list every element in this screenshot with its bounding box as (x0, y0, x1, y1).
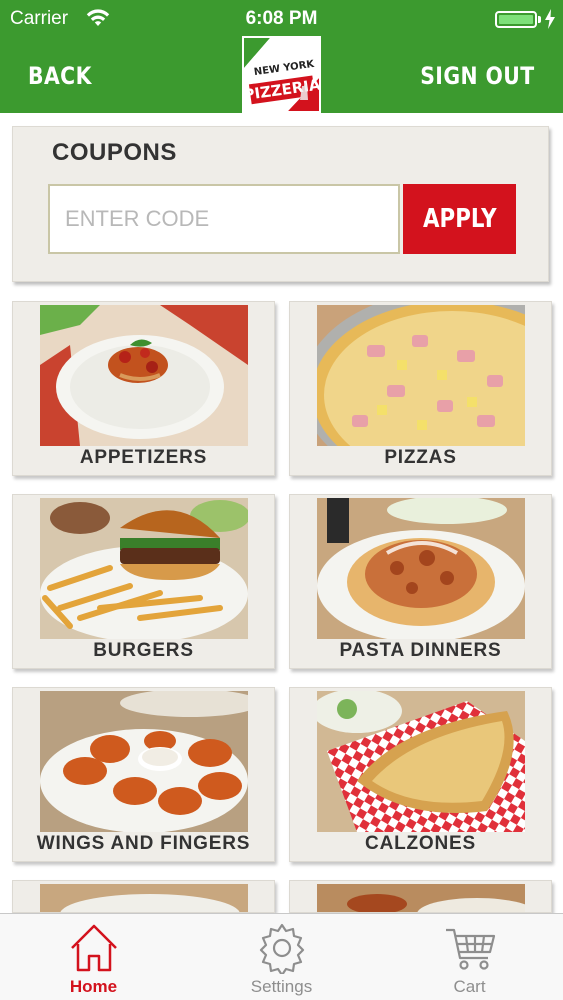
menu-item-calzones[interactable]: CALZONES (289, 687, 552, 862)
menu-item-label: PASTA DINNERS (339, 640, 502, 661)
battery-icon (495, 11, 537, 28)
calzone-photo (317, 691, 525, 832)
menu-item-pasta-dinners[interactable]: PASTA DINNERS (289, 494, 552, 669)
tab-settings[interactable]: Settings (188, 914, 375, 1000)
battery-tip (538, 16, 541, 23)
burger-photo (40, 498, 248, 639)
pizza-photo (317, 305, 525, 446)
menu-item-label: WINGS AND FINGERS (36, 833, 251, 854)
menu-item-wings-and-fingers[interactable]: WINGS AND FINGERS (12, 687, 275, 862)
status-bar: Carrier 6:08 PM (0, 0, 563, 38)
sign-out-button[interactable]: SIGN OUT (421, 62, 535, 90)
clock-label: 6:08 PM (245, 8, 318, 29)
partial-left-photo (40, 884, 248, 912)
menu-item-label: CALZONES (365, 833, 476, 854)
tab-bar: Home Settings Cart (0, 913, 563, 1000)
menu-item-label: BURGERS (93, 640, 194, 661)
pizzeria-logo: PIZZERIA NEW YORK (242, 36, 322, 113)
coupons-title: COUPONS (52, 139, 177, 166)
appetizers-photo (40, 305, 248, 446)
gear-icon (259, 923, 304, 974)
apply-button[interactable]: APPLY (403, 184, 516, 254)
coupon-code-input[interactable]: ENTER CODE (48, 184, 400, 254)
partial-right-photo (317, 884, 525, 912)
top-bar: Carrier 6:08 PM BACK PIZZERIA NEW YORK S… (0, 0, 563, 113)
tab-home[interactable]: Home (0, 914, 187, 1000)
pasta-photo (317, 498, 525, 639)
tab-cart[interactable]: Cart (376, 914, 563, 1000)
menu-item-pizzas[interactable]: PIZZAS (289, 301, 552, 476)
tab-home-label: Home (69, 977, 118, 996)
tab-settings-label: Settings (250, 977, 313, 996)
menu-item-partial-left[interactable] (12, 880, 275, 913)
menu-item-label: PIZZAS (384, 447, 457, 468)
apply-label: APPLY (422, 204, 497, 234)
wings-photo (40, 691, 248, 832)
menu-item-partial-right[interactable] (289, 880, 552, 913)
coupons-card: COUPONS ENTER CODE APPLY (12, 126, 549, 282)
tab-cart-label: Cart (453, 977, 486, 996)
back-button[interactable]: BACK (28, 62, 92, 90)
menu-item-label: APPETIZERS (79, 447, 208, 468)
cart-icon (445, 928, 495, 970)
menu-item-appetizers[interactable]: APPETIZERS (12, 301, 275, 476)
charging-icon (545, 9, 555, 29)
menu-item-burgers[interactable]: BURGERS (12, 494, 275, 669)
home-icon (70, 924, 117, 972)
